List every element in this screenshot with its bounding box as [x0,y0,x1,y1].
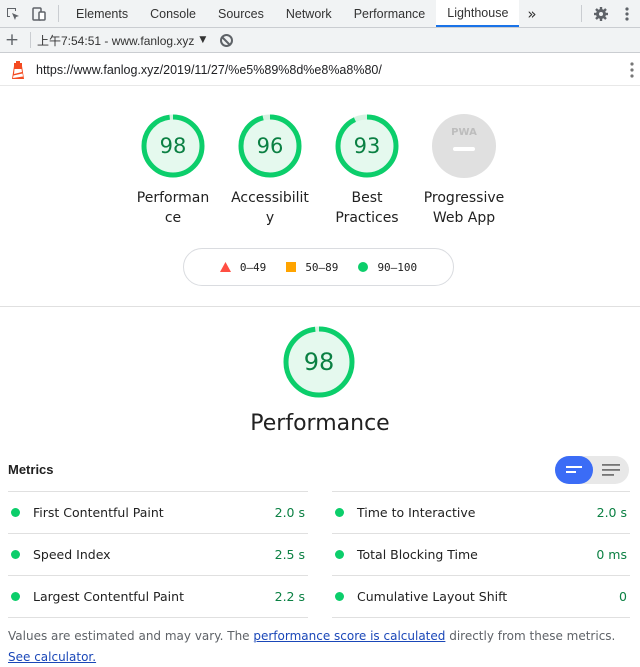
inspect-element-icon[interactable] [0,0,26,27]
metrics-bottom-rule [8,617,308,618]
gear-icon[interactable] [588,0,614,27]
clear-reports-icon[interactable] [220,33,234,47]
legend-fail-label: 0–49 [239,260,267,274]
calculator-link[interactable]: See calculator. [8,650,96,664]
metrics-view-toggle[interactable] [555,456,629,484]
lighthouse-logo-icon [0,60,36,79]
score-legend: 0–49 50–89 90–100 [183,248,454,286]
metric-value: 2.0 s [274,505,305,520]
compact-view-button[interactable] [555,456,593,484]
footnote-text: Values are estimated and may vary. The [8,629,254,643]
footnote-text: directly from these metrics. [445,629,616,643]
new-report-icon[interactable]: + [0,30,24,50]
gauge-score: 98 [160,134,187,158]
toolbar-separator [30,32,31,48]
gauge-label: Performance [136,190,210,226]
circle-icon [358,262,369,272]
gauge-label: Best Practices [335,190,399,226]
legend-pass: 90–100 [358,261,417,274]
chevron-down-icon[interactable]: ▼ [199,35,206,45]
square-icon [286,262,297,272]
pass-dot-icon [335,550,344,559]
metric-name: Time to Interactive [357,505,476,520]
metric-value: 2.5 s [274,547,305,562]
gauge-pwa[interactable]: PWA Progressive Web App [404,113,524,228]
devtools-tab-bar: Elements Console Sources Network Perform… [0,0,640,28]
tab-performance[interactable]: Performance [343,0,437,27]
expanded-view-button[interactable] [593,456,629,484]
section-divider [0,306,640,307]
metric-value: 2.0 s [596,505,627,520]
report-menu-icon[interactable] [630,61,634,78]
report-selector[interactable]: 上午7:54:51 - www.fanlog.xyz [37,32,194,49]
performance-title: Performance [250,411,390,436]
legend-pass-label: 90–100 [377,260,418,274]
pwa-badge-icon: PWA [432,114,496,178]
gauge-label: Progressive Web App [423,190,505,226]
pass-dot-icon [11,508,20,517]
performance-gauge: 98 [283,326,355,398]
score-gauge: 98 [141,114,205,178]
score-gauge: 96 [238,114,302,178]
gauge-score: 96 [257,134,284,158]
pass-dot-icon [11,592,20,601]
tab-sources[interactable]: Sources [207,0,275,27]
metric-value: 2.2 s [274,589,305,604]
metric-total-blocking-time: Total Blocking Time 0 ms [332,533,630,575]
pass-dot-icon [11,550,20,559]
score-gauge: 93 [335,114,399,178]
metric-name: Largest Contentful Paint [33,589,184,604]
compact-list-icon [566,466,582,473]
metrics-bottom-rule [332,617,630,618]
kebab-menu-icon[interactable] [614,0,640,27]
metrics-footnote: Values are estimated and may vary. The p… [8,626,634,667]
metric-first-contentful-paint: First Contentful Paint 2.0 s [8,491,308,533]
tab-network[interactable]: Network [275,0,343,27]
metric-name: Total Blocking Time [357,547,478,562]
legend-average: 50–89 [286,261,338,274]
tab-separator [58,5,59,22]
legend-fail: 0–49 [219,260,267,274]
metric-value: 0 ms [596,547,627,562]
report-url[interactable]: https://www.fanlog.xyz/2019/11/27/%e5%89… [36,63,382,77]
metric-cumulative-layout-shift: Cumulative Layout Shift 0 [332,575,630,617]
tab-console[interactable]: Console [139,0,207,27]
tab-separator [581,5,582,22]
more-tabs-icon[interactable]: » [519,0,544,27]
tab-lighthouse[interactable]: Lighthouse [436,0,520,27]
gauge-label: Accessibility [231,190,309,226]
device-toolbar-icon[interactable] [26,0,52,27]
lighthouse-toolbar: + 上午7:54:51 - www.fanlog.xyz ▼ [0,28,640,53]
performance-score: 98 [304,348,335,376]
pwa-text: PWA [451,127,477,138]
score-calculation-link[interactable]: performance score is calculated [253,629,445,643]
pass-dot-icon [335,592,344,601]
metric-time-to-interactive: Time to Interactive 2.0 s [332,491,630,533]
metrics-heading: Metrics [8,462,54,477]
gauge-score: 93 [354,134,381,158]
metric-speed-index: Speed Index 2.5 s [8,533,308,575]
tab-elements[interactable]: Elements [65,0,139,27]
metric-name: Speed Index [33,547,111,562]
expanded-list-icon [602,464,620,476]
report-url-bar: https://www.fanlog.xyz/2019/11/27/%e5%89… [0,54,640,86]
metric-name: Cumulative Layout Shift [357,589,508,604]
metric-value: 0 [619,589,627,604]
metric-name: First Contentful Paint [33,505,164,520]
pass-dot-icon [335,508,344,517]
legend-average-label: 50–89 [305,260,339,274]
triangle-icon [219,262,231,272]
metric-largest-contentful-paint: Largest Contentful Paint 2.2 s [8,575,308,617]
